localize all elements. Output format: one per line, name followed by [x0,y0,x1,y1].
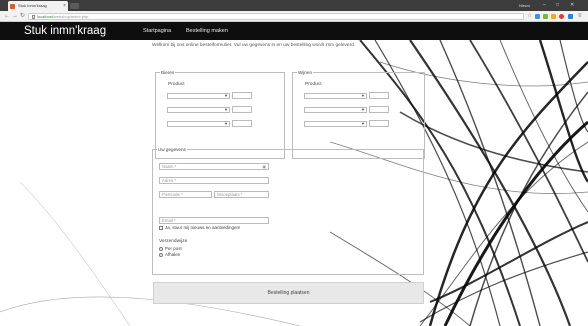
extension-icon[interactable] [543,14,548,19]
radio-button[interactable] [159,252,163,257]
browser-tab-bar: Stuk Inmn'kraag × Nieuw – □ ✕ [0,0,588,11]
bier-quantity-input[interactable] [232,120,252,127]
postcode-placeholder: Postcode * [162,192,183,197]
web-page: Stuk inmn'kraag Startpagina Bestelling m… [0,22,588,326]
newsletter-label: Ja, stuur mij nieuws en aanbiedingen! [165,225,241,230]
address-bar[interactable]: localhost/webshop/index.php [28,13,524,20]
submit-order-button[interactable]: Bestelling plaatsen [153,282,424,304]
delivery-option-afhalen[interactable]: Afhalen [159,252,180,258]
wijn-quantity-input[interactable] [369,120,389,127]
url-path: /webshop/index.php [52,14,89,19]
bieren-product-label: Product [168,82,185,87]
site-header: Stuk inmn'kraag Startpagina Bestelling m… [0,22,588,40]
wijnen-legend: Wijnen [297,69,314,76]
adres-input[interactable]: Adres * [159,177,269,184]
customer-fieldset: Uw gegevens Naam * ▣ Adres * Postcode * … [152,146,424,275]
extension-icon[interactable] [568,14,573,19]
naam-input[interactable]: Naam * ▣ [159,163,269,170]
wijn-product-select[interactable]: ▼ [304,107,367,113]
extension-icon[interactable] [551,14,556,19]
wijn-product-select[interactable]: ▼ [304,121,367,127]
adres-placeholder: Adres * [162,178,177,183]
nav-item-startpagina[interactable]: Startpagina [143,22,171,40]
new-tab-button[interactable] [70,3,79,9]
maximize-icon[interactable]: □ [556,0,559,11]
postcode-input[interactable]: Postcode * [159,191,212,198]
extension-icon[interactable] [559,14,564,19]
bookmark-star-icon[interactable]: ☆ [527,11,532,22]
chevron-down-icon: ▼ [361,93,365,98]
wijn-product-select[interactable]: ▼ [304,93,367,99]
customer-legend: Uw gegevens [157,146,187,153]
chevron-down-icon: ▼ [361,121,365,126]
wijn-quantity-input[interactable] [369,106,389,113]
browser-tab[interactable]: Stuk Inmn'kraag × [8,1,68,11]
close-tab-icon[interactable]: × [63,1,66,11]
menu-icon[interactable]: ≡ [578,11,582,22]
profile-label[interactable]: Nieuw [519,0,530,11]
radio-button[interactable] [159,246,163,251]
bieren-legend: Bieren [160,69,176,76]
wijn-quantity-input[interactable] [369,92,389,99]
site-logo[interactable]: Stuk inmn'kraag [24,22,106,40]
delivery-label: Verzendwijze [159,239,188,244]
email-input[interactable]: Email * [159,217,269,224]
chevron-down-icon: ▼ [361,107,365,112]
naam-placeholder: Naam * [162,164,177,169]
wijnen-fieldset: Wijnen Product ▼ ▼ ▼ [292,69,425,159]
chevron-down-icon: ▼ [224,107,228,112]
woonplaats-input[interactable]: Woonplaats * [214,191,269,198]
chevron-down-icon: ▼ [224,93,228,98]
email-placeholder: Email * [162,218,176,223]
newsletter-checkbox[interactable] [159,225,163,230]
wijnen-product-label: Product [305,82,322,87]
tab-title: Stuk Inmn'kraag [18,3,47,8]
bier-quantity-input[interactable] [232,106,252,113]
woonplaats-placeholder: Woonplaats * [217,192,243,197]
nav-item-bestelling-maken[interactable]: Bestelling maken [186,22,228,40]
minimize-icon[interactable]: – [543,0,546,11]
favicon-icon [10,3,15,9]
intro-text: Welkom bij ons online bestelformulier. V… [152,43,356,48]
bier-product-select[interactable]: ▼ [167,121,230,127]
bier-quantity-input[interactable] [232,92,252,99]
url-host: localhost [37,14,53,19]
reload-icon[interactable]: ↻ [20,11,25,22]
close-window-icon[interactable]: ✕ [570,0,574,11]
delivery-option-label: Per post [165,246,182,251]
delivery-option-label: Afhalen [165,252,181,257]
bier-product-select[interactable]: ▼ [167,107,230,113]
contact-card-icon[interactable]: ▣ [262,164,266,169]
bier-product-select[interactable]: ▼ [167,93,230,99]
back-icon[interactable]: ← [4,11,10,22]
browser-toolbar: ← → ↻ localhost/webshop/index.php ☆ ≡ [0,11,588,22]
page-icon [32,15,35,19]
newsletter-option[interactable]: Ja, stuur mij nieuws en aanbiedingen! [159,225,240,231]
chevron-down-icon: ▼ [224,121,228,126]
extension-icon[interactable] [535,14,540,19]
forward-icon[interactable]: → [12,11,18,22]
